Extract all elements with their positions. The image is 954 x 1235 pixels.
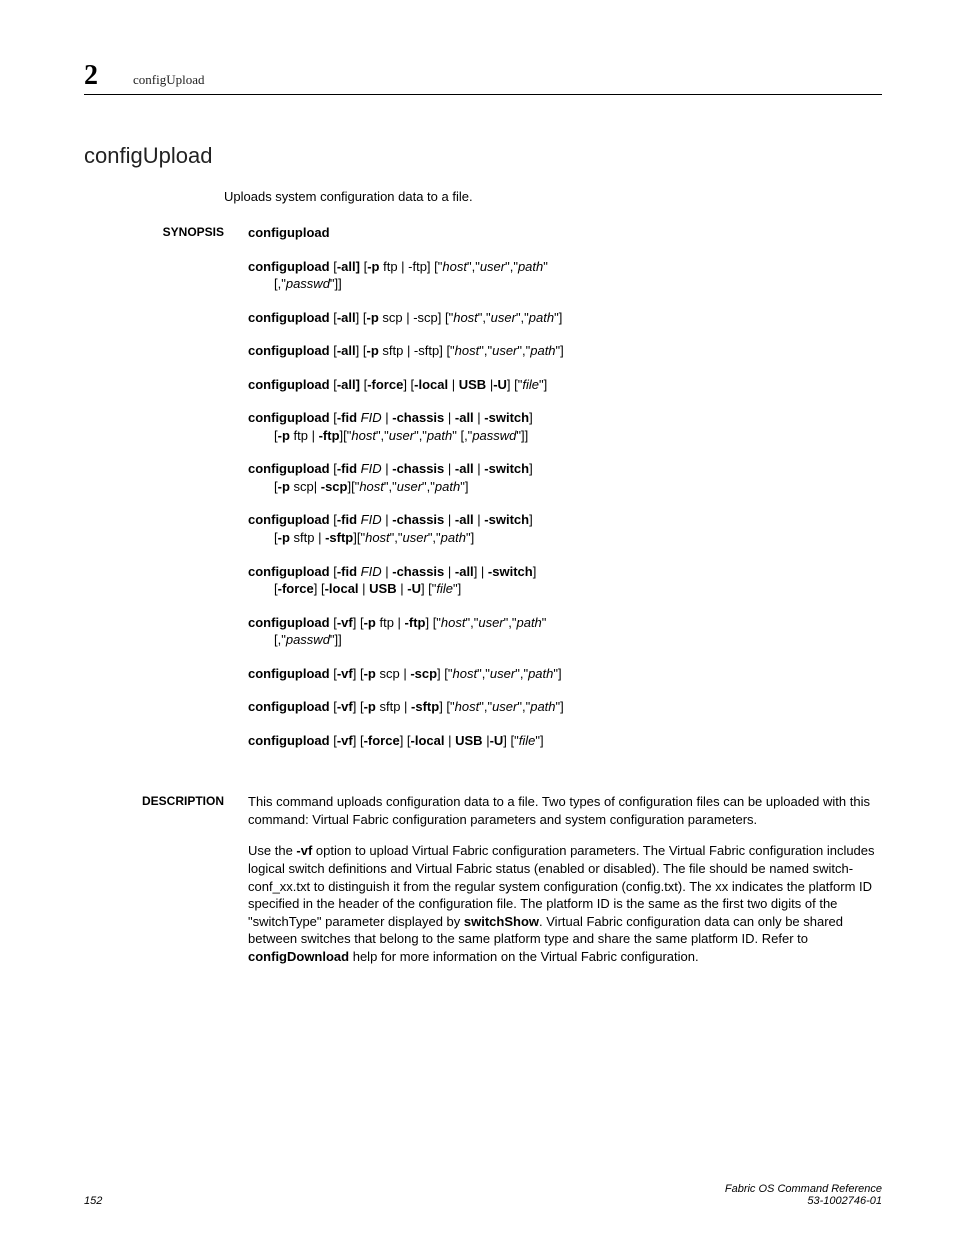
synopsis-entry: configupload [-vf] [-p ftp | -ftp] ["hos… bbox=[248, 614, 882, 649]
synopsis-entry: configupload [-vf] [-p sftp | -sftp] ["h… bbox=[248, 698, 882, 716]
command-title: configUpload bbox=[84, 143, 882, 169]
chapter-number: 2 configUpload bbox=[84, 60, 882, 95]
synopsis-entry: configupload [-all] [-p scp | -scp] ["ho… bbox=[248, 309, 882, 327]
synopsis-entry: configupload [-fid FID | -chassis | -all… bbox=[248, 460, 882, 495]
description-body: This command uploads configuration data … bbox=[248, 793, 882, 979]
synopsis-body: configupload configupload [-all] [-p ftp… bbox=[248, 224, 882, 765]
description-paragraph: This command uploads configuration data … bbox=[248, 793, 882, 828]
chapter-number-text: 2 bbox=[84, 60, 98, 91]
document-page: 2 configUpload configUpload Uploads syst… bbox=[0, 0, 954, 1235]
page-footer: 152 Fabric OS Command Reference 53-10027… bbox=[84, 1183, 882, 1207]
synopsis-section: SYNOPSIS configupload configupload [-all… bbox=[84, 224, 882, 765]
description-paragraph: Use the -vf option to upload Virtual Fab… bbox=[248, 842, 882, 965]
footer-doc-id: 53-1002746-01 bbox=[725, 1195, 882, 1207]
synopsis-entry: configupload bbox=[248, 224, 882, 242]
running-header: 2 configUpload bbox=[84, 60, 882, 95]
page-number: 152 bbox=[84, 1195, 102, 1207]
synopsis-label: SYNOPSIS bbox=[84, 224, 248, 239]
synopsis-entry: configupload [-fid FID | -chassis | -all… bbox=[248, 511, 882, 546]
synopsis-entry: configupload [-vf] [-force] [-local | US… bbox=[248, 732, 882, 750]
synopsis-entry: configupload [-all] [-p sftp | -sftp] ["… bbox=[248, 342, 882, 360]
synopsis-entry: configupload [-fid FID | -chassis | -all… bbox=[248, 563, 882, 598]
footer-doc-info: Fabric OS Command Reference 53-1002746-0… bbox=[725, 1183, 882, 1207]
synopsis-entry: configupload [-all] [-p ftp | -ftp] ["ho… bbox=[248, 258, 882, 293]
description-section: DESCRIPTION This command uploads configu… bbox=[84, 793, 882, 979]
footer-doc-title: Fabric OS Command Reference bbox=[725, 1183, 882, 1195]
header-command: configUpload bbox=[133, 72, 204, 87]
synopsis-entry: configupload [-vf] [-p scp | -scp] ["hos… bbox=[248, 665, 882, 683]
synopsis-entry: configupload [-fid FID | -chassis | -all… bbox=[248, 409, 882, 444]
synopsis-entry: configupload [-all] [-force] [-local | U… bbox=[248, 376, 882, 394]
description-label: DESCRIPTION bbox=[84, 793, 248, 808]
summary-text: Uploads system configuration data to a f… bbox=[224, 189, 882, 204]
